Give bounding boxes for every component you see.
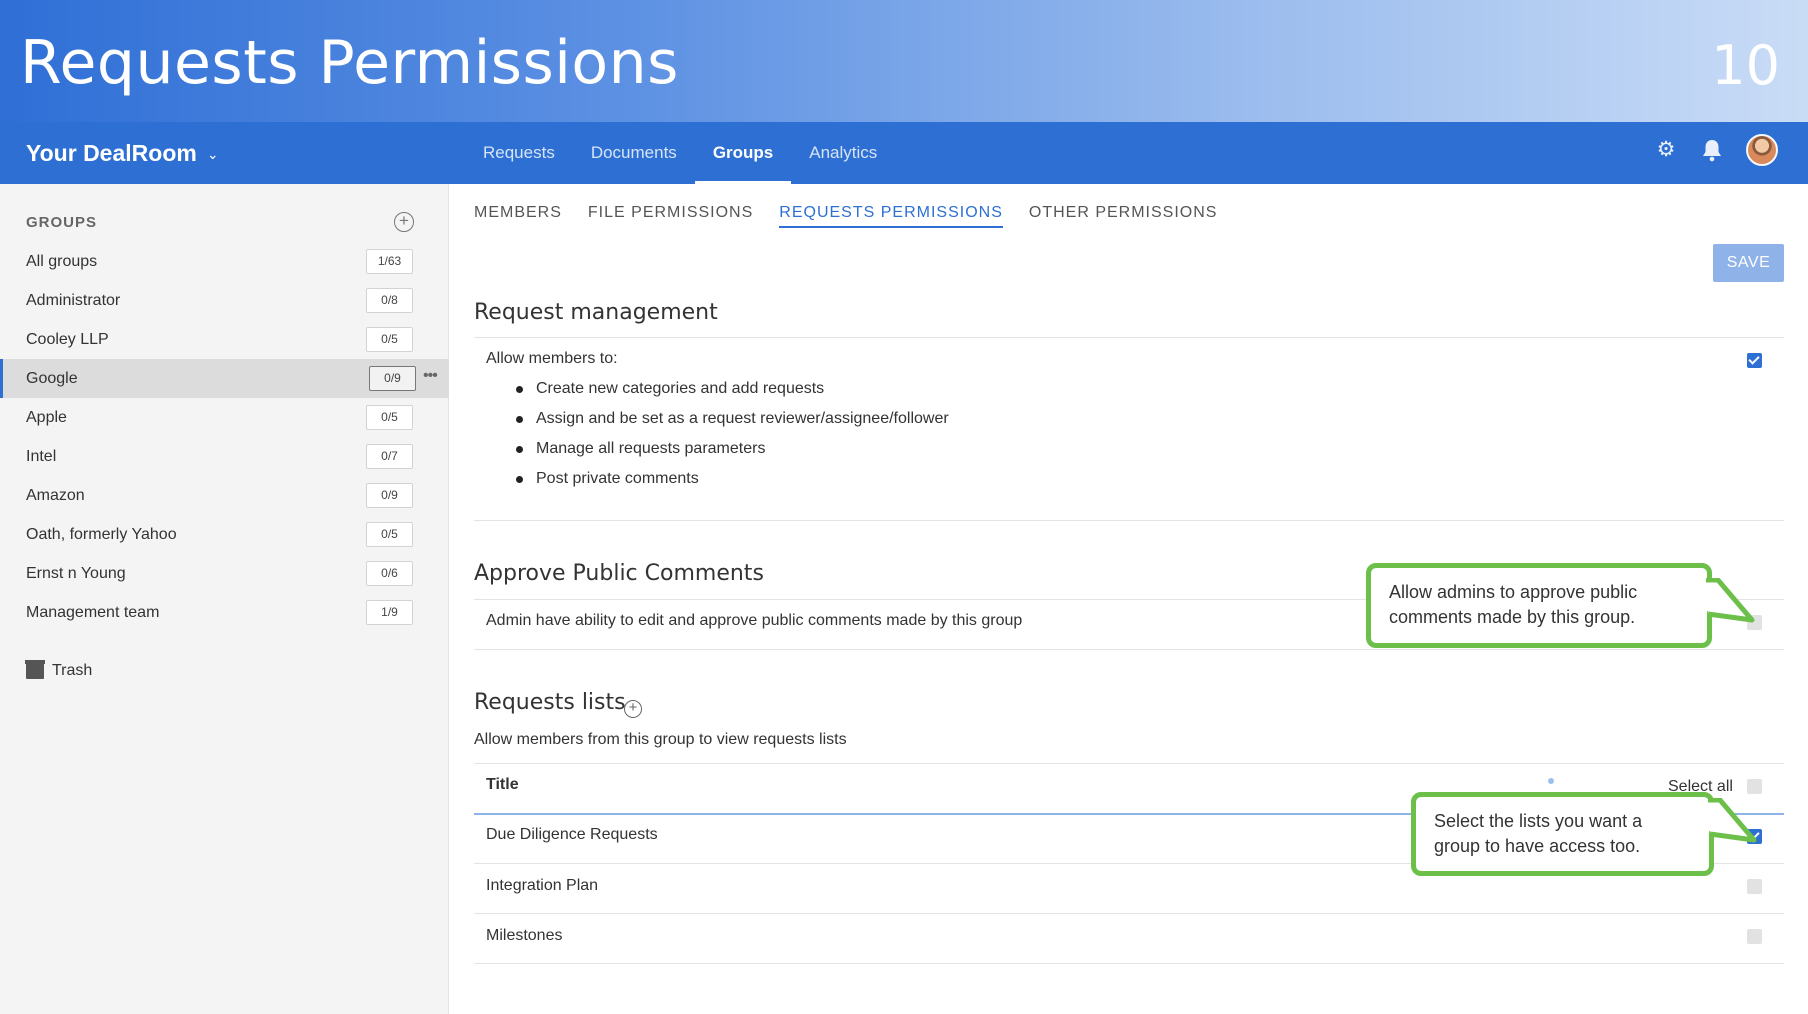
- group-count-badge: 0/9: [369, 366, 416, 391]
- group-item[interactable]: Oath, formerly Yahoo 0/5: [0, 515, 449, 554]
- brand-name: Your DealRoom: [26, 140, 197, 166]
- nav-tab-documents[interactable]: Documents: [573, 122, 695, 184]
- nav-icon-group: ⚙: [1654, 134, 1778, 166]
- add-list-icon[interactable]: +: [624, 700, 642, 718]
- group-item[interactable]: Management team 1/9: [0, 593, 449, 632]
- gear-icon[interactable]: ⚙: [1654, 138, 1678, 162]
- trash-icon: [25, 660, 45, 679]
- divider: [474, 649, 1784, 650]
- group-item[interactable]: All groups 1/63: [0, 242, 449, 281]
- callout-pointer-icon: [1706, 578, 1755, 623]
- group-name: Google: [26, 369, 78, 387]
- approve-comments-description: Admin have ability to edit and approve p…: [486, 612, 1023, 629]
- callout-select-lists: Select the lists you want a group to hav…: [1411, 792, 1714, 876]
- divider: [474, 763, 1784, 764]
- group-name: Amazon: [26, 486, 85, 504]
- column-header-title[interactable]: Title: [486, 776, 519, 794]
- callout-text: Allow admins to approve public comments …: [1389, 582, 1638, 627]
- list-row-checkbox[interactable]: [1747, 929, 1762, 944]
- group-item[interactable]: Amazon 0/9: [0, 476, 449, 515]
- trash-link[interactable]: Trash: [25, 660, 93, 680]
- divider: [474, 963, 1784, 964]
- permissions-list: Create new categories and add requests A…: [516, 378, 949, 498]
- group-count-badge: 0/5: [366, 522, 413, 547]
- list-item: Manage all requests parameters: [516, 438, 949, 468]
- group-item[interactable]: Cooley LLP 0/5: [0, 320, 449, 359]
- group-count-badge: 0/5: [366, 327, 413, 352]
- chevron-down-icon: ⌄: [206, 146, 219, 162]
- sort-indicator-icon: [1548, 778, 1554, 784]
- tab-requests-permissions[interactable]: REQUESTS PERMISSIONS: [779, 204, 1003, 228]
- divider: [474, 520, 1784, 521]
- divider: [474, 337, 1784, 338]
- group-item-selected[interactable]: Google 0/9 •••: [0, 359, 449, 398]
- group-count-badge: 0/9: [366, 483, 413, 508]
- tab-other-permissions[interactable]: OTHER PERMISSIONS: [1029, 204, 1218, 228]
- groups-heading: GROUPS: [26, 214, 98, 231]
- divider: [474, 913, 1784, 914]
- nav-tab-groups[interactable]: Groups: [694, 122, 792, 184]
- group-name: Management team: [26, 603, 160, 621]
- group-item[interactable]: Ernst n Young 0/6: [0, 554, 449, 593]
- list-item: Create new categories and add requests: [516, 378, 949, 408]
- allow-members-label: Allow members to:: [486, 350, 618, 367]
- group-name: Administrator: [26, 291, 121, 309]
- nav-tab-analytics[interactable]: Analytics: [791, 122, 895, 184]
- group-count-badge: 0/7: [366, 444, 413, 469]
- requests-lists-title: Requests lists: [474, 690, 626, 715]
- list-row-title: Milestones: [486, 927, 563, 944]
- callout-pointer-icon: [1708, 798, 1757, 843]
- request-management-checkbox[interactable]: [1747, 353, 1762, 368]
- select-all-checkbox[interactable]: [1747, 779, 1762, 794]
- groups-sidebar: GROUPS + All groups 1/63 Administrator 0/8…: [0, 184, 449, 1014]
- group-count-badge: 1/9: [366, 600, 413, 625]
- permission-tabs: MEMBERS FILE PERMISSIONS REQUESTS PERMIS…: [474, 204, 1217, 228]
- slide-banner: Requests Permissions 10: [0, 0, 1808, 122]
- group-name: All groups: [26, 252, 98, 270]
- dealroom-switcher[interactable]: Your DealRoom ⌄: [26, 140, 219, 167]
- group-count-badge: 1/63: [366, 249, 413, 274]
- user-avatar[interactable]: [1746, 134, 1778, 166]
- tab-members[interactable]: MEMBERS: [474, 204, 562, 228]
- slide-title: Requests Permissions: [20, 28, 679, 98]
- list-row-title: Integration Plan: [486, 877, 599, 894]
- group-list: All groups 1/63 Administrator 0/8 Cooley L…: [0, 242, 449, 632]
- approve-comments-title: Approve Public Comments: [474, 561, 764, 586]
- group-count-badge: 0/6: [366, 561, 413, 586]
- requests-lists-description: Allow members from this group to view re…: [474, 731, 847, 748]
- nav-tab-requests[interactable]: Requests: [465, 122, 573, 184]
- group-item[interactable]: Intel 0/7: [0, 437, 449, 476]
- request-management-title: Request management: [474, 300, 718, 325]
- group-item[interactable]: Apple 0/5: [0, 398, 449, 437]
- top-navbar: Your DealRoom ⌄ Requests Documents Group…: [0, 122, 1808, 184]
- group-name: Ernst n Young: [26, 564, 126, 582]
- group-name: Cooley LLP: [26, 330, 109, 348]
- tab-file-permissions[interactable]: FILE PERMISSIONS: [588, 204, 753, 228]
- group-count-badge: 0/8: [366, 288, 413, 313]
- slide-number: 10: [1711, 34, 1780, 97]
- add-group-icon[interactable]: +: [394, 212, 414, 232]
- list-item: Assign and be set as a request reviewer/…: [516, 408, 949, 438]
- group-item[interactable]: Administrator 0/8: [0, 281, 449, 320]
- group-count-badge: 0/5: [366, 405, 413, 430]
- list-row-title: Due Diligence Requests: [486, 826, 658, 843]
- group-name: Apple: [26, 408, 67, 426]
- list-row-checkbox[interactable]: [1747, 879, 1762, 894]
- main-nav-tabs: Requests Documents Groups Analytics: [465, 122, 895, 184]
- list-item: Post private comments: [516, 468, 949, 498]
- callout-text: Select the lists you want a group to hav…: [1434, 811, 1643, 856]
- save-button[interactable]: SAVE: [1713, 244, 1784, 282]
- bell-icon[interactable]: [1700, 138, 1724, 162]
- group-name: Intel: [26, 447, 57, 465]
- group-name: Oath, formerly Yahoo: [26, 525, 177, 543]
- more-options-icon[interactable]: •••: [423, 367, 438, 385]
- callout-approve-comments: Allow admins to approve public comments …: [1366, 563, 1712, 648]
- trash-label: Trash: [52, 662, 93, 679]
